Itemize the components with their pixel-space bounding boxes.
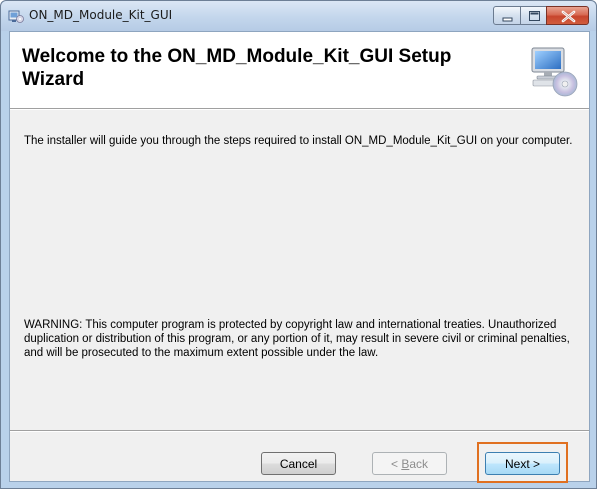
maximize-button[interactable] <box>520 6 547 25</box>
close-icon <box>561 10 576 23</box>
next-button[interactable]: Next > <box>485 452 560 475</box>
wizard-title: Welcome to the ON_MD_Module_Kit_GUI Setu… <box>22 46 452 90</box>
intro-text: The installer will guide you through the… <box>24 135 573 147</box>
title-bar[interactable]: ON_MD_Module_Kit_GUI <box>1 1 596 31</box>
back-button-label: < Back <box>390 456 429 471</box>
window-title: ON_MD_Module_Kit_GUI <box>29 8 173 22</box>
cancel-button[interactable]: Cancel <box>261 452 336 475</box>
back-button[interactable]: < Back <box>372 452 447 475</box>
wizard-client-area: Welcome to the ON_MD_Module_Kit_GUI Setu… <box>9 31 590 483</box>
copyright-warning-text: WARNING: This computer program is protec… <box>24 319 570 359</box>
button-bar-divider <box>10 430 589 432</box>
wizard-banner: Welcome to the ON_MD_Module_Kit_GUI Setu… <box>10 32 589 108</box>
maximize-icon <box>529 11 540 21</box>
next-button-label: Next > <box>504 456 540 471</box>
minimize-button[interactable] <box>493 6 521 25</box>
installer-app-icon <box>8 10 24 23</box>
cancel-button-label: Cancel <box>279 456 318 471</box>
minimize-icon <box>502 17 513 22</box>
computer-cd-icon <box>531 47 578 97</box>
banner-divider <box>10 108 589 110</box>
installer-window: ON_MD_Module_Kit_GUI Welcome to the ON_M… <box>0 0 597 489</box>
close-button[interactable] <box>546 6 589 25</box>
